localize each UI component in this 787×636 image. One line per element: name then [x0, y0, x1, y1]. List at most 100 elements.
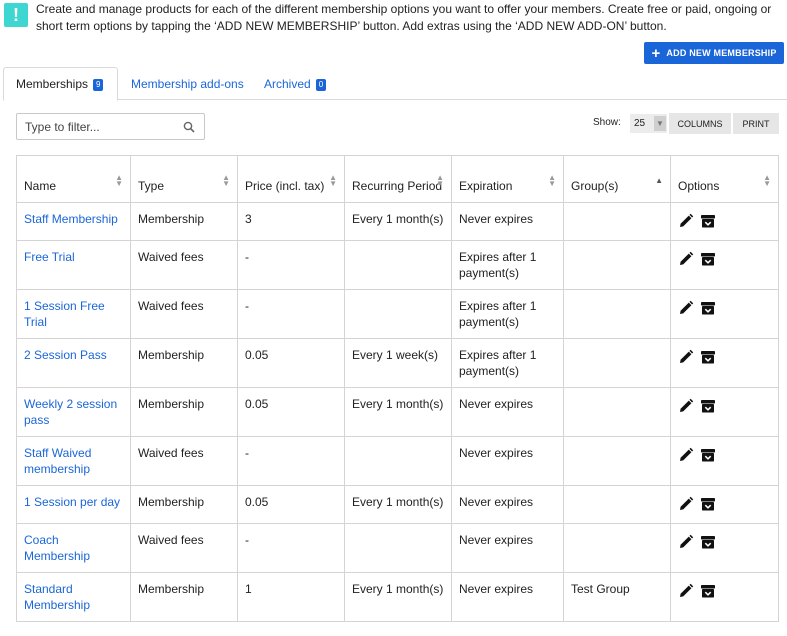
membership-link[interactable]: Staff Membership — [24, 212, 118, 226]
search-icon[interactable] — [183, 121, 195, 133]
cell-options — [670, 485, 779, 524]
cell-recurring-period: Every 1 month(s) — [344, 387, 452, 437]
archive-icon[interactable] — [700, 349, 716, 365]
edit-pencil-icon[interactable] — [678, 496, 694, 512]
cell-recurring-period: Every 1 month(s) — [344, 485, 452, 524]
count-badge: 9 — [93, 79, 104, 91]
cell-expiration: Never expires — [451, 202, 564, 241]
cell-recurring-period: Every 1 week(s) — [344, 338, 452, 388]
table-row: Standard Membership Membership 1 Every 1 mo… — [16, 572, 779, 622]
table-body: Staff Membership Membership 3 Every 1 month… — [16, 202, 779, 622]
membership-link[interactable]: Free Trial — [24, 250, 75, 264]
cell-price: 3 — [237, 202, 345, 241]
show-label: Show: — [593, 117, 621, 128]
cell-type: Waived fees — [130, 289, 238, 339]
cell-price: 0.05 — [237, 485, 345, 524]
cell-type: Waived fees — [130, 240, 238, 290]
archive-icon[interactable] — [700, 447, 716, 463]
column-header-recurring-period[interactable]: Recurring Period ▲ ▼ — [344, 155, 452, 203]
column-header-expiration[interactable]: Expiration ▲ ▼ — [451, 155, 564, 203]
chevron-down-icon: ▼ — [654, 116, 666, 131]
cell-expiration: Never expires — [451, 523, 564, 573]
cell-options — [670, 572, 779, 622]
column-header-type[interactable]: Type ▲ ▼ — [130, 155, 238, 203]
cell-name: Staff Waived membership — [16, 436, 131, 486]
cell-expiration: Expires after 1 payment(s) — [451, 240, 564, 290]
membership-link[interactable]: Coach Membership — [24, 533, 90, 563]
cell-recurring-period: Every 1 month(s) — [344, 572, 452, 622]
cell-groups: Test Group — [563, 572, 671, 622]
sort-icon: ▲ ▼ — [329, 173, 337, 188]
cell-groups — [563, 436, 671, 486]
membership-link[interactable]: 1 Session Free Trial — [24, 299, 105, 329]
cell-groups — [563, 202, 671, 241]
cell-options — [670, 338, 779, 388]
tab-archived[interactable]: Archived 0 — [264, 67, 327, 100]
tab-memberships[interactable]: Memberships 9 — [3, 67, 118, 101]
column-header-price[interactable]: Price (incl. tax) ▲ ▼ — [237, 155, 345, 203]
cell-name: Free Trial — [16, 240, 131, 290]
edit-pencil-icon[interactable] — [678, 398, 694, 414]
cell-expiration: Never expires — [451, 572, 564, 622]
cell-name: 2 Session Pass — [16, 338, 131, 388]
cell-type: Membership — [130, 387, 238, 437]
cell-groups — [563, 485, 671, 524]
cell-name: 1 Session Free Trial — [16, 289, 131, 339]
table-row: Weekly 2 session pass Membership 0.05 Every… — [16, 387, 779, 437]
column-header-options[interactable]: Options ▲ ▼ — [670, 155, 779, 203]
membership-link[interactable]: Staff Waived membership — [24, 446, 91, 476]
cell-options — [670, 436, 779, 486]
cell-options — [670, 202, 779, 241]
edit-pencil-icon[interactable] — [678, 300, 694, 316]
membership-link[interactable]: 2 Session Pass — [24, 348, 107, 362]
table-row: 1 Session per day Membership 0.05 Every 1 m… — [16, 485, 779, 524]
cell-recurring-period — [344, 523, 452, 573]
table-row: 2 Session Pass Membership 0.05 Every 1 week… — [16, 338, 779, 388]
edit-pencil-icon[interactable] — [678, 447, 694, 463]
column-header-name[interactable]: Name ▲ ▼ — [16, 155, 131, 203]
cell-recurring-period — [344, 289, 452, 339]
filter-input[interactable] — [17, 114, 177, 139]
cell-groups — [563, 240, 671, 290]
sort-icon: ▲ ▼ — [436, 173, 444, 188]
column-header-label: Type — [138, 179, 165, 193]
column-header-label: Expiration — [459, 179, 513, 193]
cell-name: Coach Membership — [16, 523, 131, 573]
archive-icon[interactable] — [700, 583, 716, 599]
add-new-membership-label: ADD NEW MEMBERSHIP — [666, 48, 777, 58]
column-header-groups[interactable]: Group(s) ▲ — [563, 155, 671, 203]
columns-button[interactable]: COLUMNS — [669, 113, 731, 134]
archive-icon[interactable] — [700, 251, 716, 267]
edit-pencil-icon[interactable] — [678, 534, 694, 550]
membership-link[interactable]: 1 Session per day — [24, 495, 120, 509]
cell-recurring-period — [344, 436, 452, 486]
sort-icon: ▲ ▼ — [115, 173, 123, 188]
print-button[interactable]: PRINT — [733, 113, 779, 134]
edit-pencil-icon[interactable] — [678, 349, 694, 365]
cell-groups — [563, 338, 671, 388]
cell-options — [670, 289, 779, 339]
archive-icon[interactable] — [700, 213, 716, 229]
archive-icon[interactable] — [700, 496, 716, 512]
cell-type: Membership — [130, 202, 238, 241]
cell-expiration: Never expires — [451, 436, 564, 486]
archive-icon[interactable] — [700, 300, 716, 316]
cell-name: Weekly 2 session pass — [16, 387, 131, 437]
sort-icon: ▲ ▼ — [548, 173, 556, 188]
edit-pencil-icon[interactable] — [678, 583, 694, 599]
archive-icon[interactable] — [700, 398, 716, 414]
table-row: Free Trial Waived fees - Expires after 1 pa… — [16, 240, 779, 290]
edit-pencil-icon[interactable] — [678, 251, 694, 267]
tab-label: Memberships — [16, 77, 89, 91]
archive-icon[interactable] — [700, 534, 716, 550]
edit-pencil-icon[interactable] — [678, 213, 694, 229]
tabs: Memberships 9 Membership add-ons Archive… — [3, 67, 787, 101]
cell-expiration: Never expires — [451, 485, 564, 524]
plus-icon: + — [651, 44, 661, 62]
add-new-membership-button[interactable]: + ADD NEW MEMBERSHIP — [644, 42, 784, 64]
membership-link[interactable]: Weekly 2 session pass — [24, 397, 117, 427]
tab-membership-add-ons[interactable]: Membership add-ons — [131, 67, 244, 100]
cell-expiration: Expires after 1 payment(s) — [451, 338, 564, 388]
membership-link[interactable]: Standard Membership — [24, 582, 90, 612]
page-size-select[interactable]: 25 ▼ — [630, 114, 667, 133]
